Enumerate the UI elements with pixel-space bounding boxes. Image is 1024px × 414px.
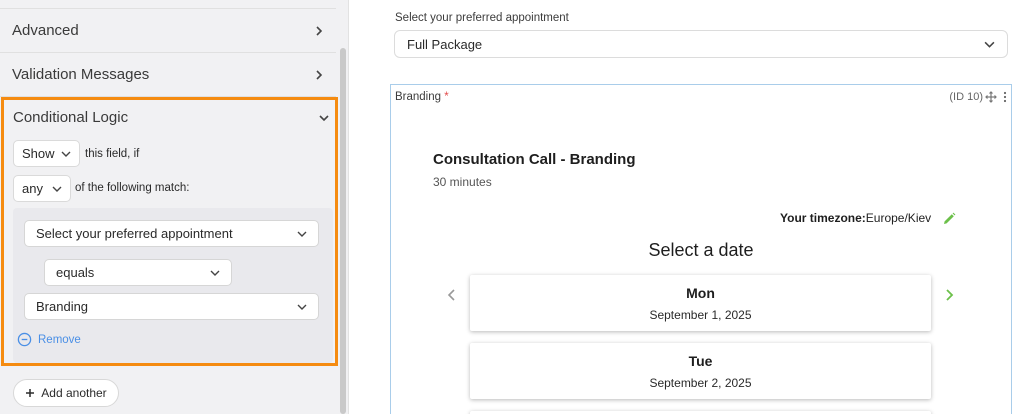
branding-label-text: Branding [395,91,442,103]
chevron-down-icon [984,41,995,48]
section-label: Advanced [12,22,79,39]
form-canvas: Select your preferred appointment Full P… [349,0,1024,414]
rule-operator-value: equals [56,265,95,280]
action-value: Show [22,146,55,161]
rule-value-value: Branding [36,299,89,314]
chevron-down-icon[interactable] [319,113,329,123]
required-mark: * [444,91,449,103]
match-suffix-text: of the following match: [75,182,190,194]
conditional-logic-section: Conditional Logic Show this field, if an… [1,97,338,366]
branding-field-frame[interactable]: Branding * (ID 10) Consultation Call - B… [390,84,1012,414]
appointment-select[interactable]: Full Package [394,30,1008,58]
add-another-button[interactable]: Add another [13,379,119,407]
match-select[interactable]: any [13,175,71,202]
chevron-down-icon [297,304,307,310]
section-validation-messages[interactable]: Validation Messages [0,53,336,97]
date-card[interactable]: Tue September 2, 2025 [470,343,931,399]
app-root: Advanced Validation Messages Conditional… [0,0,1024,414]
move-icon[interactable] [985,91,997,103]
appointment-duration: 30 minutes [433,175,492,189]
minus-circle-icon [17,332,32,347]
appointment-field-label: Select your preferred appointment [395,12,569,24]
remove-label: Remove [38,333,81,346]
settings-panel: Advanced Validation Messages Conditional… [0,0,349,414]
section-label: Validation Messages [12,66,150,83]
rule-value-select[interactable]: Branding [24,293,319,320]
scrollbar[interactable] [340,48,346,414]
day-name: Tue [688,353,713,369]
rule-field-value: Select your preferred appointment [36,226,233,241]
chevron-down-icon [297,231,307,237]
action-select[interactable]: Show [13,140,80,167]
day-name: Mon [686,285,715,301]
chevron-right-icon [316,69,323,80]
match-value: any [22,181,43,196]
field-id-text: (ID 10) [949,91,983,103]
pencil-icon[interactable] [941,211,957,227]
select-date-heading: Select a date [648,240,754,260]
timezone-display: Your timezone:Europe/Kiev [780,211,931,225]
add-another-label: Add another [41,386,107,400]
chevron-left-icon[interactable] [446,288,458,302]
chevron-down-icon [210,270,220,276]
day-date: September 1, 2025 [649,308,752,322]
action-suffix-text: this field, if [85,148,140,160]
date-card[interactable]: Mon September 1, 2025 [470,275,931,331]
plus-icon [26,389,35,397]
remove-rule-button[interactable]: Remove [17,332,81,347]
timezone-value: Europe/Kiev [865,211,932,225]
chevron-down-icon [52,186,62,192]
section-advanced[interactable]: Advanced [0,9,336,53]
rule-operator-select[interactable]: equals [44,259,232,286]
rule-field-select[interactable]: Select your preferred appointment [24,220,319,247]
conditional-logic-title[interactable]: Conditional Logic [13,109,128,126]
appointment-select-value: Full Package [407,36,483,52]
day-date: September 2, 2025 [649,376,752,390]
more-vertical-icon[interactable] [1001,91,1009,103]
branding-field-label: Branding * [395,91,449,103]
appointment-title: Consultation Call - Branding [433,151,636,168]
chevron-right-icon[interactable] [943,288,955,302]
chevron-down-icon [61,151,71,157]
chevron-right-icon [316,25,323,36]
timezone-label: Your timezone: [780,211,866,225]
